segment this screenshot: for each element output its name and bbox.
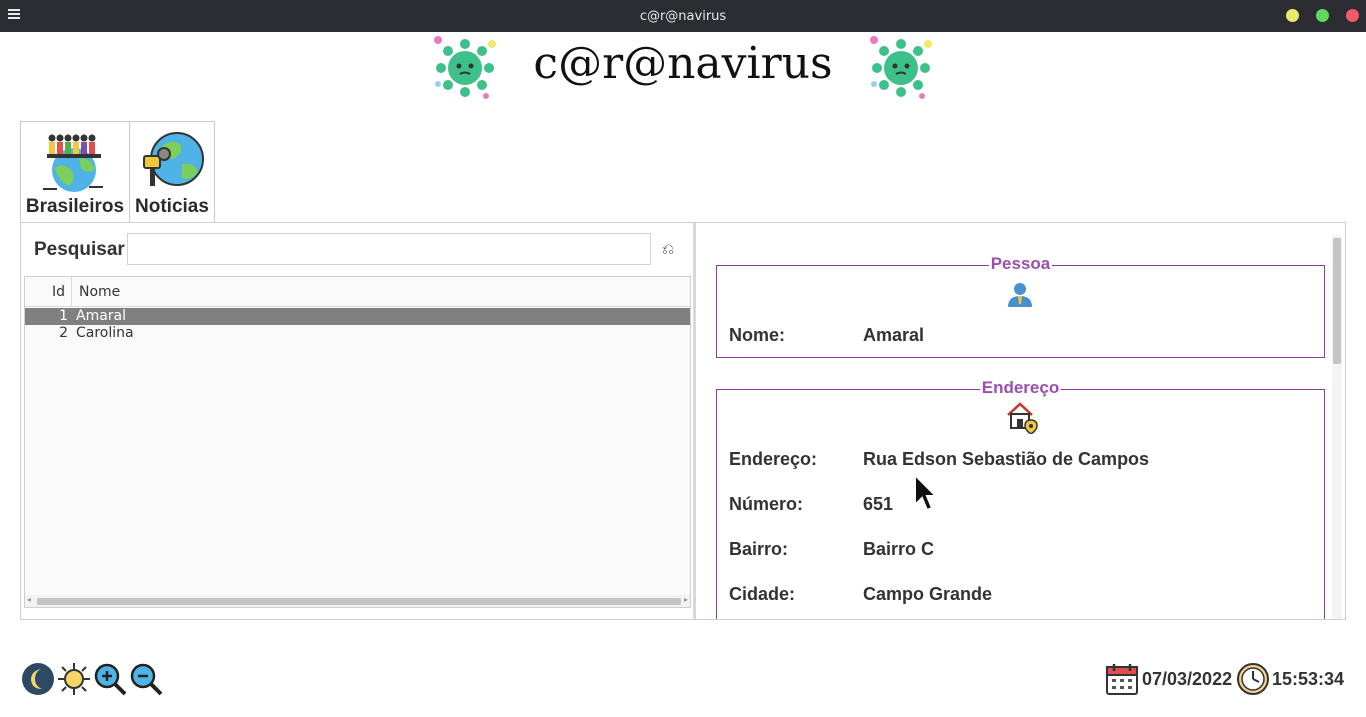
tab-label: Noticias <box>135 196 209 217</box>
virus-icon <box>870 36 932 99</box>
virus-icon <box>434 36 496 99</box>
field-value: Amaral <box>863 325 925 345</box>
refresh-icon[interactable]: ⎌ <box>660 241 676 257</box>
tab-brasileiros[interactable]: Brasileiros <box>20 121 130 223</box>
column-header-id[interactable]: Id <box>25 277 72 307</box>
zoom-in-icon[interactable] <box>93 662 127 696</box>
group-title: Endereço <box>979 378 1062 397</box>
field-label: Nome: <box>729 325 786 345</box>
search-input[interactable] <box>127 233 651 265</box>
field-label: Endereço: <box>729 449 818 469</box>
people-globe-icon <box>43 134 103 192</box>
sun-icon[interactable] <box>57 662 91 696</box>
tab-label: Brasileiros <box>25 196 125 217</box>
moon-icon[interactable] <box>21 662 55 696</box>
field-value: Bairro C <box>863 539 935 559</box>
table-header: Id Nome <box>25 277 690 307</box>
cell-id: 1 <box>59 308 68 324</box>
title-bar: c@r@navirus <box>0 0 1366 32</box>
column-header-nome[interactable]: Nome <box>79 284 120 300</box>
horizontal-scrollbar[interactable]: ◂ ▸ <box>25 595 690 607</box>
house-location-icon <box>1007 402 1038 434</box>
field-label: Número: <box>729 494 804 514</box>
scrollbar-thumb[interactable] <box>1333 238 1341 364</box>
people-table[interactable]: Id Nome 1 Amaral 2 Carolina ◂ ▸ <box>24 276 691 608</box>
calendar-icon <box>1106 664 1138 695</box>
field-label: Cidade: <box>729 584 796 604</box>
minimize-button[interactable] <box>1286 9 1299 22</box>
search-label: Pesquisar <box>34 239 125 260</box>
group-title: Pessoa <box>988 254 1053 273</box>
zoom-out-icon[interactable] <box>129 662 163 696</box>
clock-icon <box>1237 663 1269 695</box>
field-value: Rua Edson Sebastião de Campos <box>863 449 1150 469</box>
vertical-scrollbar[interactable] <box>1332 235 1342 619</box>
table-row[interactable]: 2 Carolina <box>25 325 690 342</box>
table-row[interactable]: 1 Amaral <box>25 308 690 325</box>
window-title: c@r@navirus <box>639 9 727 24</box>
maximize-button[interactable] <box>1316 9 1329 22</box>
mouse-cursor-icon <box>914 473 939 512</box>
cell-nome: Carolina <box>76 325 134 341</box>
scrollbar-thumb[interactable] <box>37 598 681 605</box>
app-title: c@r@navirus <box>533 38 833 89</box>
detail-pane: Pessoa Nome: Amaral Endereço Endereço: R… <box>696 223 1345 619</box>
field-value: Campo Grande <box>863 584 993 604</box>
news-globe-icon <box>143 132 204 186</box>
field-label: Bairro: <box>729 539 789 559</box>
endereco-group: Endereço Endereço: Rua Edson Sebastião d… <box>716 378 1325 619</box>
cell-id: 2 <box>59 325 68 341</box>
cell-nome: Amaral <box>76 308 127 324</box>
time-display: 15:53:34 <box>1272 669 1345 689</box>
pessoa-group: Pessoa Nome: Amaral <box>716 254 1325 358</box>
person-icon <box>1008 283 1032 307</box>
tab-noticias[interactable]: Noticias <box>129 121 215 223</box>
date-display: 07/03/2022 <box>1142 669 1233 689</box>
main-panel: Pesquisar ⎌ Id Nome 1 Amaral 2 Carolina … <box>20 222 1346 620</box>
list-pane: Pesquisar ⎌ Id Nome 1 Amaral 2 Carolina … <box>21 223 693 619</box>
close-button[interactable] <box>1346 9 1359 22</box>
field-value: 651 <box>863 494 894 514</box>
